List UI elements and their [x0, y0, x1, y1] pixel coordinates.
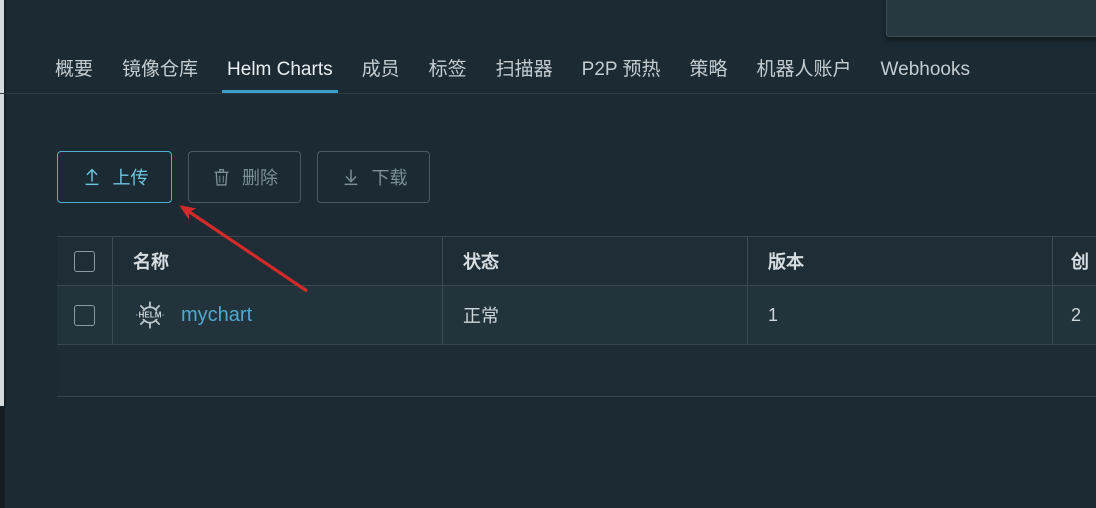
download-button-label: 下载	[371, 168, 408, 188]
tab-repositories[interactable]: 镜像仓库	[122, 46, 199, 93]
header-cell-status[interactable]: 状态	[443, 237, 748, 285]
tab-label: Helm Charts	[227, 58, 333, 80]
delete-button-label: 删除	[242, 168, 278, 188]
upload-button-label: 上传	[112, 168, 149, 188]
header-cell-name[interactable]: 名称	[113, 237, 443, 285]
header-label: 名称	[133, 252, 169, 272]
select-all-cell	[57, 237, 113, 285]
top-right-panel[interactable]	[886, 0, 1096, 37]
project-tabbar: 概要 镜像仓库 Helm Charts 成员 标签 扫描器 P2P 预热 策略 …	[0, 46, 1096, 94]
tab-label: 策略	[689, 58, 728, 80]
upload-button[interactable]: 上传	[57, 151, 172, 203]
chart-name-link[interactable]: mychart	[181, 304, 252, 327]
row-checkbox[interactable]	[74, 304, 95, 326]
tab-members[interactable]: 成员	[361, 46, 400, 93]
tab-policy[interactable]: 策略	[689, 46, 728, 93]
left-rail	[0, 406, 5, 508]
row-select-cell	[57, 286, 113, 344]
delete-button[interactable]: 删除	[188, 151, 301, 203]
header-label: 版本	[768, 252, 804, 272]
version-value: 1	[768, 304, 779, 325]
row-cell-version: 1	[748, 286, 1053, 344]
header-cell-version[interactable]: 版本	[748, 237, 1053, 285]
tab-label: 镜像仓库	[122, 58, 199, 80]
tab-label: 概要	[55, 58, 94, 80]
download-icon	[340, 166, 362, 188]
helm-charts-page: 概要 镜像仓库 Helm Charts 成员 标签 扫描器 P2P 预热 策略 …	[0, 0, 1096, 508]
tab-webhooks[interactable]: Webhooks	[880, 46, 970, 93]
tab-label: Webhooks	[880, 58, 970, 80]
status-value: 正常	[463, 306, 499, 326]
row-cell-created: 2	[1053, 286, 1096, 344]
row-cell-name: HELM mychart	[113, 286, 443, 344]
header-label: 状态	[463, 252, 499, 272]
table-row[interactable]: HELM mychart 正常 1 2	[57, 286, 1096, 345]
table-header-row: 名称 状态 版本 创	[57, 236, 1096, 286]
tab-robot-accounts[interactable]: 机器人账户	[756, 46, 852, 93]
tab-overview[interactable]: 概要	[55, 46, 94, 93]
tab-label: 机器人账户	[756, 58, 852, 80]
created-value: 2	[1071, 304, 1082, 325]
tab-helm-charts[interactable]: Helm Charts	[222, 46, 338, 93]
tab-label: 成员	[361, 58, 400, 80]
helm-icon: HELM	[133, 298, 167, 332]
tab-label: P2P 预热	[581, 58, 661, 80]
download-button[interactable]: 下载	[317, 151, 430, 203]
trash-icon	[211, 167, 232, 188]
tab-labels[interactable]: 标签	[428, 46, 467, 93]
header-cell-created[interactable]: 创	[1053, 237, 1096, 285]
table-footer	[57, 345, 1096, 397]
tab-scanner[interactable]: 扫描器	[495, 46, 553, 93]
select-all-checkbox[interactable]	[74, 250, 95, 272]
chart-toolbar: 上传 删除 下载	[57, 151, 430, 203]
charts-table: 名称 状态 版本 创 HELM mychart 正常 1 2	[57, 236, 1096, 397]
upload-icon	[81, 166, 103, 188]
tab-p2p-preheat[interactable]: P2P 预热	[581, 46, 661, 93]
tab-label: 扫描器	[495, 58, 553, 80]
row-cell-status: 正常	[443, 286, 748, 344]
header-label: 创	[1071, 252, 1089, 272]
tab-label: 标签	[428, 58, 467, 80]
svg-text:HELM: HELM	[138, 311, 161, 320]
